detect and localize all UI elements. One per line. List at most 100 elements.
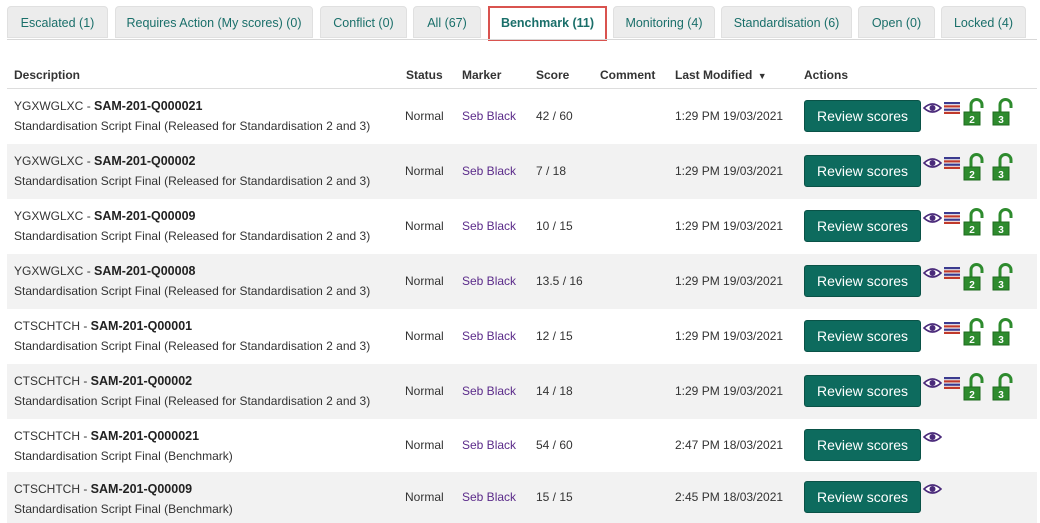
unlock-2-icon[interactable]: 2 [962, 318, 990, 351]
last-modified-value: 1:29 PM 19/03/2021 [675, 219, 784, 233]
marker-link[interactable]: Seb Black [462, 384, 516, 398]
script-title: YGXWGLXC - SAM-201-Q00002 [14, 154, 195, 168]
script-description: Standardisation Script Final (Benchmark) [14, 502, 233, 516]
last-modified-value: 1:29 PM 19/03/2021 [675, 164, 784, 178]
table-row: YGXWGLXC - SAM-201-Q000021 Standardisatio… [7, 89, 1037, 144]
column-header-marker[interactable]: Marker [462, 68, 501, 82]
marker-link[interactable]: Seb Black [462, 438, 516, 452]
unlock-3-icon[interactable]: 3 [991, 263, 1019, 296]
svg-text:3: 3 [998, 280, 1004, 291]
tab-all[interactable]: All (67) [413, 6, 481, 38]
title-separator: - [80, 319, 91, 333]
marker-link[interactable]: Seb Black [462, 329, 516, 343]
script-title: YGXWGLXC - SAM-201-Q00009 [14, 209, 195, 223]
score-value: 54 / 60 [536, 438, 573, 452]
script-id: SAM-201-Q00009 [94, 209, 196, 223]
column-header-score[interactable]: Score [536, 68, 569, 82]
unlock-2-icon[interactable]: 2 [962, 373, 990, 406]
list-icon[interactable] [944, 267, 960, 282]
unlock-2-icon[interactable]: 2 [962, 153, 990, 186]
score-value: 12 / 15 [536, 329, 573, 343]
marker-link[interactable]: Seb Black [462, 219, 516, 233]
eye-icon[interactable] [922, 157, 943, 172]
row-action-icons [922, 427, 1023, 457]
tab-requires-action[interactable]: Requires Action (My scores) (0) [115, 6, 313, 38]
tab-benchmark[interactable]: Benchmark (11) [488, 6, 607, 41]
title-separator: - [83, 154, 95, 168]
list-icon[interactable] [944, 377, 960, 392]
review-scores-button[interactable]: Review scores [804, 429, 921, 461]
last-modified-value: 1:29 PM 19/03/2021 [675, 384, 784, 398]
eye-icon[interactable] [922, 102, 943, 117]
table-row: CTSCHTCH - SAM-201-Q00002 Standardisation… [7, 364, 1037, 419]
list-icon[interactable] [944, 212, 960, 227]
review-scores-button[interactable]: Review scores [804, 320, 921, 352]
candidate-code: YGXWGLXC [14, 264, 84, 278]
review-scores-button[interactable]: Review scores [804, 375, 921, 407]
last-modified-value: 1:29 PM 19/03/2021 [675, 109, 784, 123]
row-action-icons: 23 [922, 263, 1023, 296]
review-scores-button[interactable]: Review scores [804, 481, 921, 513]
script-title: CTSCHTCH - SAM-201-Q00002 [14, 374, 192, 388]
last-modified-value: 2:45 PM 18/03/2021 [675, 490, 784, 504]
column-header-actions: Actions [804, 68, 849, 82]
title-separator: - [83, 209, 95, 223]
last-modified-value: 1:29 PM 19/03/2021 [675, 329, 784, 343]
unlock-3-icon[interactable]: 3 [991, 208, 1019, 241]
unlock-2-icon[interactable]: 2 [962, 263, 990, 296]
script-title: YGXWGLXC - SAM-201-Q000021 [14, 99, 202, 113]
status-text: Normal [405, 384, 444, 398]
table-row: YGXWGLXC - SAM-201-Q00002 Standardisation… [7, 144, 1037, 199]
column-header-last-modified[interactable]: Last Modified ▼ [675, 68, 767, 82]
unlock-3-icon[interactable]: 3 [991, 153, 1019, 186]
title-separator: - [80, 482, 91, 496]
svg-text:2: 2 [969, 335, 975, 346]
unlock-2-icon[interactable]: 2 [962, 98, 990, 131]
score-value: 13.5 / 16 [536, 274, 583, 288]
candidate-code: YGXWGLXC [14, 154, 84, 168]
marker-link[interactable]: Seb Black [462, 274, 516, 288]
tab-conflict[interactable]: Conflict (0) [320, 6, 407, 38]
svg-text:2: 2 [969, 115, 975, 126]
tab-escalated[interactable]: Escalated (1) [7, 6, 108, 38]
unlock-3-icon[interactable]: 3 [991, 318, 1019, 351]
marker-link[interactable]: Seb Black [462, 164, 516, 178]
script-description: Standardisation Script Final (Released f… [14, 229, 371, 243]
tab-locked[interactable]: Locked (4) [941, 6, 1026, 38]
eye-icon[interactable] [922, 431, 943, 446]
unlock-3-icon[interactable]: 3 [991, 98, 1019, 131]
column-header-description[interactable]: Description [14, 68, 80, 82]
script-description: Standardisation Script Final (Released f… [14, 119, 371, 133]
column-header-comment[interactable]: Comment [600, 68, 655, 82]
svg-text:2: 2 [969, 390, 975, 401]
script-id: SAM-201-Q00009 [90, 482, 193, 496]
list-icon[interactable] [944, 157, 960, 172]
unlock-2-icon[interactable]: 2 [962, 208, 990, 241]
status-text: Normal [405, 109, 444, 123]
last-modified-value: 1:29 PM 19/03/2021 [675, 274, 784, 288]
tab-monitoring[interactable]: Monitoring (4) [613, 6, 715, 38]
svg-text:2: 2 [969, 280, 975, 291]
review-scores-button[interactable]: Review scores [804, 100, 921, 132]
sort-descending-icon[interactable]: ▼ [758, 71, 767, 81]
eye-icon[interactable] [922, 267, 943, 282]
unlock-3-icon[interactable]: 3 [991, 373, 1019, 406]
eye-icon[interactable] [922, 377, 943, 392]
review-scores-button[interactable]: Review scores [804, 155, 921, 187]
review-scores-button[interactable]: Review scores [804, 210, 921, 242]
eye-icon[interactable] [922, 483, 943, 498]
script-description: Standardisation Script Final (Released f… [14, 394, 371, 408]
eye-icon[interactable] [922, 322, 943, 337]
list-icon[interactable] [944, 102, 960, 117]
script-description: Standardisation Script Final (Released f… [14, 284, 371, 298]
review-scores-button[interactable]: Review scores [804, 265, 921, 297]
tab-standardisation[interactable]: Standardisation (6) [721, 6, 852, 38]
column-header-status[interactable]: Status [406, 68, 443, 82]
list-icon[interactable] [944, 322, 960, 337]
script-description: Standardisation Script Final (Benchmark) [14, 449, 233, 463]
marker-link[interactable]: Seb Black [462, 109, 516, 123]
eye-icon[interactable] [922, 212, 943, 227]
table-header: Description Status Marker Score Comment … [7, 60, 1037, 89]
tab-open[interactable]: Open (0) [858, 6, 935, 38]
marker-link[interactable]: Seb Black [462, 490, 516, 504]
